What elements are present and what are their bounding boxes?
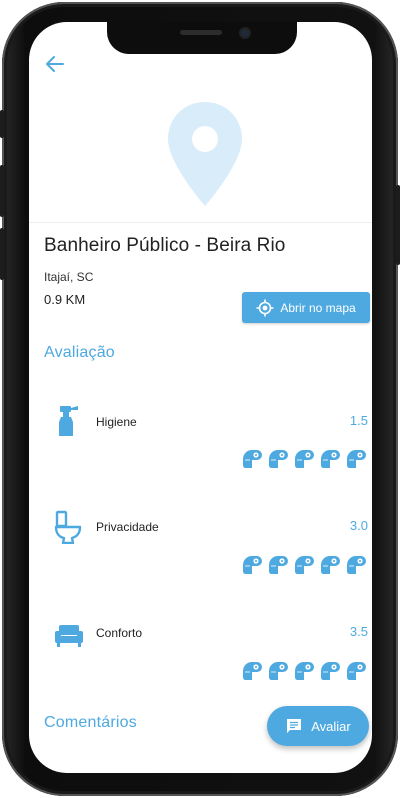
toilet-roll-icon (269, 556, 288, 574)
toilet-roll-icon (321, 450, 340, 468)
volume-down-button (0, 228, 4, 280)
toilet-roll-icon (347, 662, 366, 680)
place-city: Itajaí, SC (44, 270, 94, 284)
comment-icon (287, 719, 302, 733)
toilet-roll-icon (295, 556, 314, 574)
phone-notch (107, 22, 297, 54)
comments-section-title: Comentários (44, 714, 137, 731)
rating-score-privacidade: 3.0 (349, 518, 368, 533)
toilet-roll-icon (243, 662, 262, 680)
rating-rolls-higiene (242, 449, 366, 469)
toilet-roll-icon (269, 450, 288, 468)
rating-section-title: Avaliação (44, 344, 115, 361)
rating-score-conforto: 3.5 (349, 624, 368, 639)
place-distance: 0.9 KM (44, 292, 86, 307)
power-button (396, 185, 400, 265)
volume-up-button (0, 165, 4, 217)
mute-switch (0, 110, 4, 138)
toilet-roll-icon (243, 556, 262, 574)
speaker-grille (180, 30, 222, 35)
app-screen: Banheiro Público - Beira Rio Itajaí, SC … (29, 22, 372, 773)
toilet-roll-icon (295, 662, 314, 680)
back-arrow-icon[interactable] (43, 52, 67, 76)
rating-label-higiene: Higiene (96, 415, 137, 429)
toilet-icon (54, 510, 82, 544)
toilet-roll-icon (269, 662, 288, 680)
toilet-roll-icon (321, 662, 340, 680)
spray-bottle-icon (59, 406, 78, 436)
rate-button-label: Avaliar (311, 718, 351, 734)
rate-button[interactable]: Avaliar (267, 706, 369, 746)
toilet-roll-icon (295, 450, 314, 468)
map-pin-icon (168, 102, 242, 206)
toilet-roll-icon (347, 556, 366, 574)
rating-rolls-privacidade (242, 555, 366, 575)
open-map-button[interactable]: Abrir no mapa (242, 292, 370, 323)
place-title: Banheiro Público - Beira Rio (44, 235, 286, 256)
front-camera (241, 29, 249, 37)
gps-target-icon (256, 299, 274, 316)
rating-rolls-conforto (242, 661, 366, 681)
sofa-icon (55, 625, 83, 647)
open-map-label: Abrir no mapa (280, 300, 356, 315)
toilet-roll-icon (243, 450, 262, 468)
toilet-roll-icon (321, 556, 340, 574)
rating-label-conforto: Conforto (96, 626, 143, 640)
toilet-roll-icon (347, 450, 366, 468)
rating-score-higiene: 1.5 (349, 413, 368, 428)
rating-label-privacidade: Privacidade (96, 520, 159, 534)
